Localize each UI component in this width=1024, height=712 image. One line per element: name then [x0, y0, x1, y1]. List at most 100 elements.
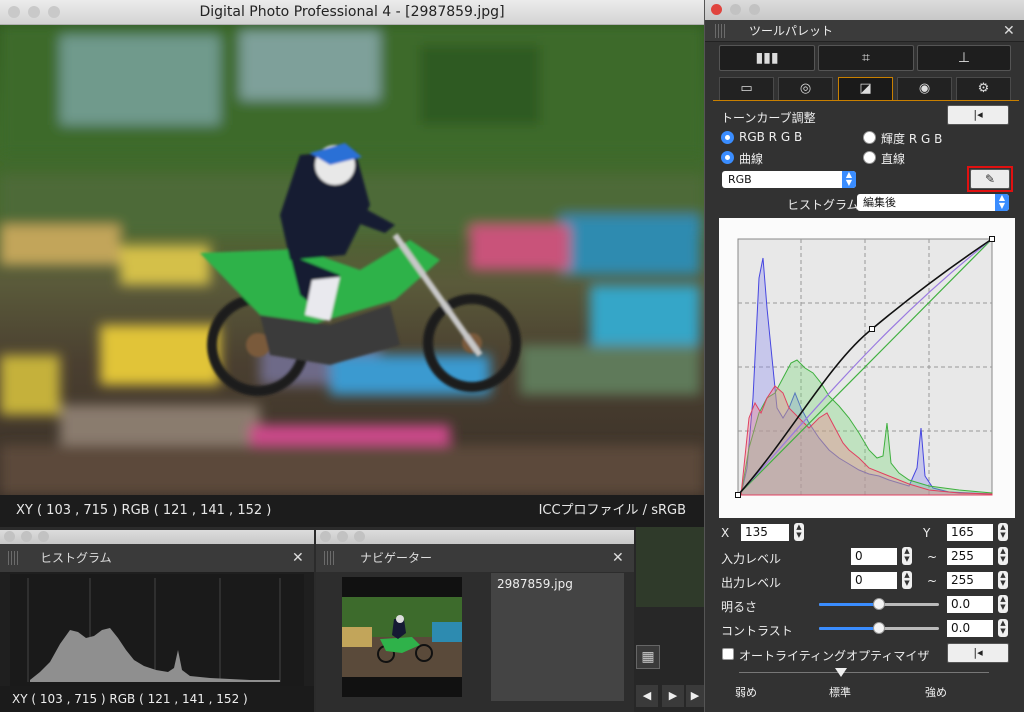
- histogram-status: XY ( 103 , 715 ) RGB ( 121 , 141 , 152 ): [0, 686, 314, 712]
- tab-basic-image-icon[interactable]: ▭: [719, 77, 774, 101]
- tab-detail-zoom-icon[interactable]: ◎: [778, 77, 833, 101]
- brightness-slider-fill: [819, 603, 879, 606]
- histogram-header: ヒストグラム ✕: [0, 544, 314, 572]
- navigator-close-dot[interactable]: [320, 531, 331, 542]
- input-level-min-input[interactable]: 0: [851, 548, 897, 565]
- histogram-minimize-dot[interactable]: [21, 531, 32, 542]
- close-icon[interactable]: ✕: [1003, 20, 1015, 42]
- next-arrow-icon[interactable]: ▶: [662, 685, 684, 707]
- palette-close-dot[interactable]: [711, 4, 722, 15]
- radio-linear[interactable]: [863, 151, 876, 164]
- radio-luminance-label: 輝度 R G B: [881, 132, 943, 146]
- navigator-minimize-dot[interactable]: [337, 531, 348, 542]
- input-level-max-input[interactable]: 255: [947, 548, 993, 565]
- auto-lighting-standard: 標準: [829, 686, 851, 699]
- auto-lighting-low: 弱め: [735, 686, 757, 699]
- channel-select[interactable]: RGB ▲ ▼: [722, 171, 856, 188]
- tab-color-icon[interactable]: ◉: [897, 77, 952, 101]
- navigator-filename: 2987859.jpg: [497, 577, 573, 591]
- input-level-max-stepper[interactable]: ▲ ▼: [998, 547, 1008, 565]
- curve-start-point[interactable]: [735, 492, 741, 498]
- tab-settings-gear-icon[interactable]: ⚙: [956, 77, 1011, 101]
- basic-adjust-button[interactable]: ▮▮▮: [719, 45, 815, 71]
- auto-lighting-marker[interactable]: [835, 668, 847, 677]
- navigator-thumbnail-frame[interactable]: [342, 577, 462, 697]
- histogram-mode-select[interactable]: 編集後 ▲ ▼: [857, 194, 1009, 211]
- drag-handle-icon[interactable]: [324, 551, 336, 565]
- navigator-info-panel: 2987859.jpg: [491, 573, 624, 701]
- tilde-separator: ~: [927, 574, 938, 588]
- tone-curve-graph[interactable]: [719, 218, 1015, 518]
- histogram-title: ヒストグラム: [40, 551, 112, 565]
- curve-control-point[interactable]: [869, 326, 875, 332]
- tab-tone-curve-icon[interactable]: ◪: [838, 77, 893, 101]
- main-title-bar[interactable]: Digital Photo Professional 4 - [2987859.…: [0, 0, 704, 25]
- crop-tool-button[interactable]: ⌗: [818, 45, 914, 71]
- last-arrow-icon[interactable]: ▶: [686, 685, 704, 707]
- chevron-updown-icon: ▲ ▼: [995, 194, 1009, 211]
- photo-preview[interactable]: [0, 25, 704, 495]
- previous-arrow-icon[interactable]: ◀: [636, 685, 658, 707]
- navigator-thumbnail: [342, 597, 462, 677]
- chevron-updown-icon: ▲ ▼: [842, 171, 856, 188]
- output-level-min-stepper[interactable]: ▲ ▼: [902, 571, 912, 589]
- input-level-label: 入力レベル: [721, 552, 782, 566]
- navigator-window: ナビゲーター ✕ 2987859.jpg: [316, 530, 634, 712]
- x-label: X: [721, 526, 730, 540]
- reset-button[interactable]: |◂: [947, 105, 1009, 125]
- radio-luminance[interactable]: [863, 131, 876, 144]
- output-level-max-input[interactable]: 255: [947, 572, 993, 589]
- radio-curve-label: 曲線: [739, 152, 764, 166]
- x-stepper[interactable]: ▲ ▼: [794, 523, 804, 541]
- contrast-value-input[interactable]: 0.0: [947, 620, 993, 637]
- palette-zoom-dot[interactable]: [749, 4, 760, 15]
- drag-handle-icon[interactable]: [715, 24, 727, 38]
- channel-select-value: RGB: [728, 173, 752, 186]
- output-level-max-stepper[interactable]: ▲ ▼: [998, 571, 1008, 589]
- status-bar: XY ( 103 , 715 ) RGB ( 121 , 141 , 152 )…: [0, 495, 704, 527]
- main-window: Digital Photo Professional 4 - [2987859.…: [0, 0, 704, 527]
- radio-rgb[interactable]: [721, 131, 734, 144]
- stamp-tool-button[interactable]: ⊥: [917, 45, 1011, 71]
- histogram-close-dot[interactable]: [4, 531, 15, 542]
- tab-underline: [713, 100, 1019, 101]
- y-stepper[interactable]: ▲ ▼: [998, 523, 1008, 541]
- photo-image: [0, 25, 704, 495]
- palette-minimize-dot[interactable]: [730, 4, 741, 15]
- histogram-zoom-dot[interactable]: [38, 531, 49, 542]
- brightness-slider-knob[interactable]: [873, 598, 885, 610]
- radio-curve[interactable]: [721, 151, 734, 164]
- eyedropper-icon[interactable]: ✎: [970, 169, 1010, 189]
- output-level-min-input[interactable]: 0: [851, 572, 897, 589]
- status-icc-profile: ICCプロファイル / sRGB: [538, 503, 686, 518]
- minimize-window-button[interactable]: [28, 6, 40, 18]
- close-window-button[interactable]: [8, 6, 20, 18]
- thumbnail-preview[interactable]: [636, 527, 704, 607]
- x-value-input[interactable]: 135: [741, 524, 789, 541]
- navigator-header: ナビゲーター ✕: [316, 544, 634, 572]
- output-level-label: 出力レベル: [721, 576, 782, 590]
- navigator-title: ナビゲーター: [360, 551, 433, 565]
- histogram-window: ヒストグラム ✕ XY ( 103 , 715 ) RGB ( 121 , 14…: [0, 530, 314, 712]
- grid-view-icon[interactable]: ▦: [636, 645, 660, 669]
- brightness-stepper[interactable]: ▲ ▼: [998, 595, 1008, 613]
- histogram-graph: [10, 574, 304, 686]
- tool-palette: ツールパレット ✕ ▮▮▮ ⌗ ⊥ ▭ ◎ ◪ ◉ ⚙ トーンカーブ調整 |◂ …: [704, 0, 1024, 712]
- brightness-label: 明るさ: [721, 600, 758, 614]
- input-level-min-stepper[interactable]: ▲ ▼: [902, 547, 912, 565]
- auto-lighting-reset-button[interactable]: |◂: [947, 643, 1009, 663]
- close-icon[interactable]: ✕: [612, 544, 624, 572]
- brightness-value-input[interactable]: 0.0: [947, 596, 993, 613]
- auto-lighting-scale: [739, 672, 989, 673]
- y-value-input[interactable]: 165: [947, 524, 993, 541]
- drag-handle-icon[interactable]: [8, 551, 20, 565]
- y-label: Y: [923, 526, 931, 540]
- contrast-stepper[interactable]: ▲ ▼: [998, 619, 1008, 637]
- window-title: Digital Photo Professional 4 - [2987859.…: [199, 4, 505, 20]
- curve-end-point[interactable]: [989, 236, 995, 242]
- auto-lighting-checkbox[interactable]: [722, 648, 734, 660]
- close-icon[interactable]: ✕: [292, 544, 304, 572]
- zoom-window-button[interactable]: [48, 6, 60, 18]
- navigator-zoom-dot[interactable]: [354, 531, 365, 542]
- contrast-slider-knob[interactable]: [873, 622, 885, 634]
